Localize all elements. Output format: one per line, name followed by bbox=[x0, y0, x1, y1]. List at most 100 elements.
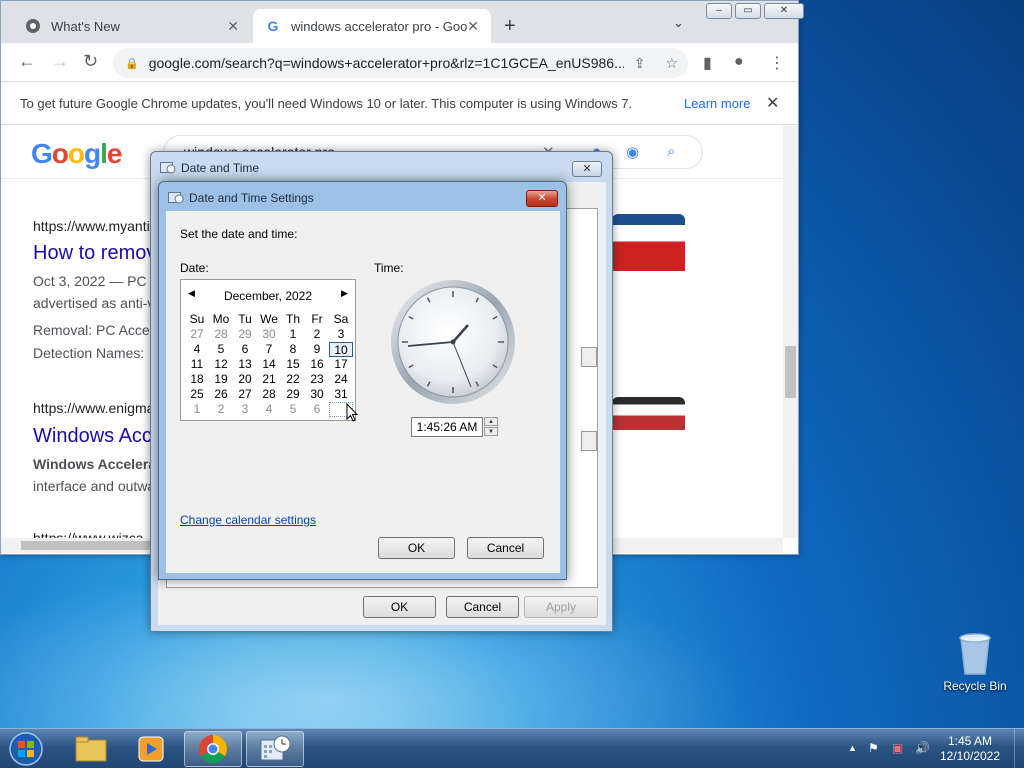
close-dialog-button[interactable]: ✕ bbox=[526, 190, 558, 207]
calendar-day[interactable]: 7 bbox=[257, 342, 281, 357]
minimize-button[interactable]: – bbox=[706, 3, 732, 19]
tab-whats-new[interactable]: What's New ✕ bbox=[13, 9, 251, 43]
calendar-day[interactable]: 31 bbox=[329, 387, 353, 402]
result-url[interactable]: https://www.wizca bbox=[33, 530, 143, 538]
calendar-day[interactable]: 18 bbox=[185, 372, 209, 387]
calendar-day[interactable]: 27 bbox=[233, 387, 257, 402]
change-calendar-settings-link[interactable]: Change calendar settings bbox=[180, 513, 316, 527]
taskbar-chrome[interactable] bbox=[184, 731, 242, 767]
profile-icon[interactable]: ● bbox=[734, 53, 744, 71]
calendar-day[interactable]: 30 bbox=[305, 387, 329, 402]
calendar-day[interactable]: 19 bbox=[209, 372, 233, 387]
taskbar-media-player[interactable] bbox=[122, 731, 180, 767]
chevron-down-icon[interactable]: ⌄ bbox=[673, 15, 684, 31]
calendar-day[interactable]: 28 bbox=[257, 387, 281, 402]
calendar-day[interactable]: 11 bbox=[185, 357, 209, 372]
result-title[interactable]: How to remov bbox=[33, 242, 156, 265]
calendar-day[interactable]: 29 bbox=[281, 387, 305, 402]
calendar-day[interactable]: 26 bbox=[209, 387, 233, 402]
reload-icon[interactable]: ↻ bbox=[83, 51, 98, 72]
ok-button[interactable]: OK bbox=[363, 596, 436, 618]
star-icon[interactable]: ☆ bbox=[665, 55, 678, 72]
result-thumbnail[interactable] bbox=[612, 397, 685, 489]
calendar-day[interactable]: 25 bbox=[185, 387, 209, 402]
calendar-day[interactable]: 3 bbox=[329, 327, 353, 342]
time-up-icon[interactable]: ▲ bbox=[484, 417, 498, 426]
calendar-day[interactable]: 12 bbox=[209, 357, 233, 372]
calendar-day[interactable]: 16 bbox=[305, 357, 329, 372]
new-tab-icon[interactable]: + bbox=[504, 15, 516, 38]
calendar-day[interactable]: 23 bbox=[305, 372, 329, 387]
start-button[interactable] bbox=[6, 731, 46, 767]
dialog-titlebar[interactable]: Date and Time ✕ bbox=[151, 152, 612, 182]
change-timezone-button-stub[interactable] bbox=[581, 431, 597, 451]
calendar-day[interactable]: 4 bbox=[185, 342, 209, 357]
cancel-button[interactable]: Cancel bbox=[446, 596, 519, 618]
calendar-day[interactable]: 27 bbox=[185, 327, 209, 342]
apply-button[interactable]: Apply bbox=[524, 596, 598, 618]
share-icon[interactable]: ⇪ bbox=[634, 55, 646, 72]
calendar-day[interactable]: 2 bbox=[209, 402, 233, 417]
calendar-day[interactable]: 6 bbox=[305, 402, 329, 417]
calendar-day[interactable]: 29 bbox=[233, 327, 257, 342]
network-icon[interactable]: ▣ bbox=[892, 741, 903, 755]
calendar-day[interactable]: 6 bbox=[233, 342, 257, 357]
side-panel-icon[interactable]: ▮ bbox=[703, 53, 712, 73]
close-infobar-icon[interactable]: ✕ bbox=[766, 93, 779, 113]
show-hidden-icons-icon[interactable]: ▲ bbox=[848, 743, 857, 753]
close-window-button[interactable]: ✕ bbox=[764, 3, 804, 19]
next-month-icon[interactable]: ▶ bbox=[341, 288, 348, 299]
calendar-day[interactable]: 14 bbox=[257, 357, 281, 372]
month-label[interactable]: December, 2022 bbox=[181, 289, 355, 303]
address-bar[interactable]: 🔒 google.com/search?q=windows+accelerato… bbox=[113, 48, 688, 78]
back-arrow-icon[interactable]: ← bbox=[18, 51, 36, 72]
learn-more-link[interactable]: Learn more bbox=[684, 96, 750, 111]
calendar-day[interactable]: 4 bbox=[257, 402, 281, 417]
calendar-day[interactable]: 30 bbox=[257, 327, 281, 342]
calendar-day[interactable]: 13 bbox=[233, 357, 257, 372]
calendar-day[interactable]: 3 bbox=[233, 402, 257, 417]
calendar-day[interactable]: 22 bbox=[281, 372, 305, 387]
time-down-icon[interactable]: ▼ bbox=[484, 427, 498, 436]
calendar-day[interactable]: 1 bbox=[185, 402, 209, 417]
calendar-day[interactable]: 5 bbox=[281, 402, 305, 417]
dialog-titlebar[interactable]: Date and Time Settings ✕ bbox=[159, 182, 566, 211]
result-thumbnail[interactable] bbox=[612, 214, 685, 306]
google-logo[interactable]: Google bbox=[31, 138, 122, 170]
calendar-day-selected[interactable]: 10 bbox=[329, 342, 353, 357]
taskbar-explorer[interactable] bbox=[62, 731, 120, 767]
calendar-day[interactable]: 9 bbox=[305, 342, 329, 357]
result-title[interactable]: Windows Acc bbox=[33, 425, 152, 448]
calendar-day[interactable]: 2 bbox=[305, 327, 329, 342]
show-desktop-button[interactable] bbox=[1014, 729, 1024, 768]
calendar-day[interactable]: 8 bbox=[281, 342, 305, 357]
calendar-day[interactable]: 17 bbox=[329, 357, 353, 372]
forward-arrow-icon[interactable]: → bbox=[51, 51, 69, 72]
vertical-scrollbar[interactable] bbox=[783, 126, 798, 538]
action-center-icon[interactable]: ⚑ bbox=[868, 741, 879, 755]
cancel-button[interactable]: Cancel bbox=[467, 537, 544, 559]
taskbar-date-time[interactable] bbox=[246, 731, 304, 767]
recycle-bin-desktop-icon[interactable]: Recycle Bin bbox=[940, 630, 1010, 693]
calendar-day[interactable]: 28 bbox=[209, 327, 233, 342]
change-date-button-stub[interactable] bbox=[581, 347, 597, 367]
calendar-day[interactable]: 5 bbox=[209, 342, 233, 357]
camera-icon[interactable]: ◉ bbox=[626, 143, 639, 161]
calendar-day[interactable]: 1 bbox=[281, 327, 305, 342]
calendar-day[interactable]: 20 bbox=[233, 372, 257, 387]
close-dialog-button[interactable]: ✕ bbox=[572, 161, 602, 177]
calendar-day[interactable]: 15 bbox=[281, 357, 305, 372]
ok-button[interactable]: OK bbox=[378, 537, 455, 559]
maximize-button[interactable]: ▭ bbox=[735, 3, 761, 19]
result-url[interactable]: https://www.enigma bbox=[33, 400, 154, 416]
result-url[interactable]: https://www.myanti bbox=[33, 218, 150, 234]
search-icon[interactable]: ⌕ bbox=[667, 143, 675, 160]
calendar-day[interactable]: 24 bbox=[329, 372, 353, 387]
close-tab-icon[interactable]: ✕ bbox=[227, 18, 239, 35]
calendar-day[interactable]: 21 bbox=[257, 372, 281, 387]
time-input[interactable]: 1:45:26 AM bbox=[411, 417, 483, 437]
close-tab-icon[interactable]: ✕ bbox=[467, 18, 479, 35]
volume-icon[interactable]: 🔊 bbox=[915, 741, 930, 755]
menu-icon[interactable]: ⋮ bbox=[769, 53, 785, 73]
tab-google-search[interactable]: G windows accelerator pro - Google Searc… bbox=[253, 9, 491, 43]
